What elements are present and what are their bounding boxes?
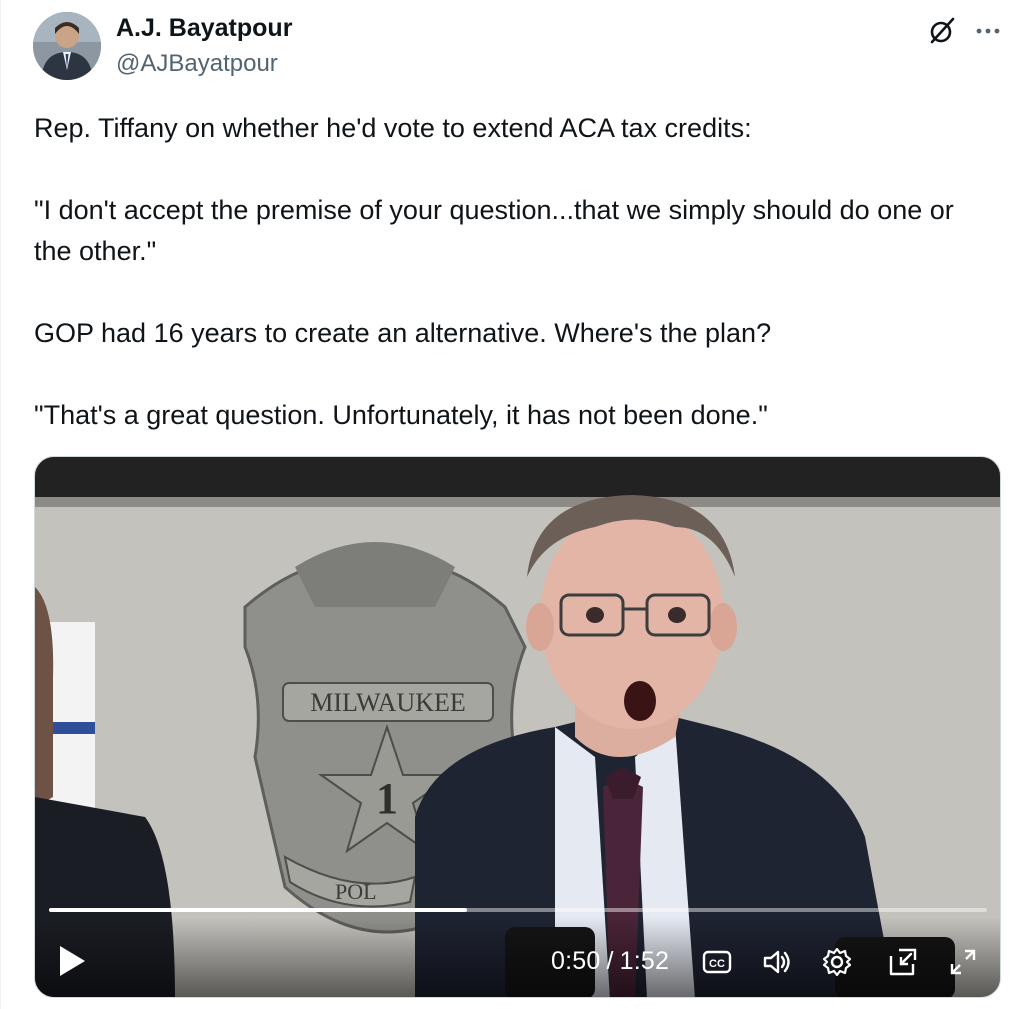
more-icon[interactable] bbox=[971, 14, 1005, 48]
badge-bottom-text: POL bbox=[335, 879, 377, 904]
duration: 1:52 bbox=[619, 947, 670, 975]
grok-icon[interactable] bbox=[925, 14, 959, 48]
fullscreen-icon[interactable] bbox=[947, 946, 979, 978]
avatar[interactable] bbox=[33, 12, 101, 80]
volume-icon[interactable] bbox=[761, 946, 793, 978]
author-handle[interactable]: @AJBayatpour bbox=[116, 50, 278, 78]
badge-text: MILWAUKEE bbox=[310, 688, 465, 717]
tweet-line: Rep. Tiffany on whether he'd vote to ext… bbox=[34, 113, 752, 143]
video-time: 0:50/1:52 bbox=[551, 947, 669, 976]
captions-icon[interactable]: CC bbox=[701, 946, 733, 978]
video-controls bbox=[35, 917, 1000, 997]
progress-bar[interactable] bbox=[49, 908, 987, 912]
current-time: 0:50 bbox=[551, 947, 601, 975]
picture-in-picture-icon[interactable] bbox=[887, 946, 919, 978]
progress-fill bbox=[49, 908, 468, 912]
author-name[interactable]: A.J. Bayatpour bbox=[116, 14, 292, 43]
tweet: A.J. Bayatpour @AJBayatpour Rep. Tiffany… bbox=[0, 0, 1024, 1009]
tweet-line: GOP had 16 years to create an alternativ… bbox=[34, 318, 772, 348]
badge-number: 1 bbox=[376, 774, 398, 823]
tweet-text: Rep. Tiffany on whether he'd vote to ext… bbox=[34, 108, 994, 436]
svg-text:CC: CC bbox=[709, 958, 725, 970]
video-player[interactable]: MILWAUKEE 1 POL 0:50 / 1:52 CC bbox=[34, 456, 1001, 998]
play-icon[interactable] bbox=[57, 944, 87, 978]
tweet-line: "I don't accept the premise of your ques… bbox=[34, 195, 954, 266]
gear-icon[interactable] bbox=[821, 946, 853, 978]
tweet-line: "That's a great question. Unfortunately,… bbox=[34, 400, 768, 430]
time-separator: / bbox=[606, 947, 614, 975]
